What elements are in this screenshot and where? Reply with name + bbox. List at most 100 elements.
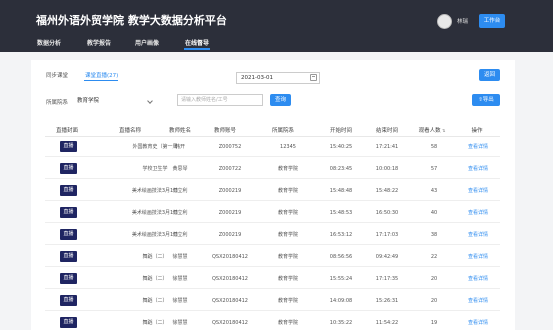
cell-teacher: 付立利 xyxy=(172,232,188,238)
view-details-link[interactable]: 查看详情 xyxy=(460,159,496,179)
cell-start: 15:40:25 xyxy=(329,144,353,150)
college-filter-label: 所属院系 xyxy=(46,100,69,106)
column-header-cover: 直播封面 xyxy=(55,128,78,134)
cell-college: 教育学院 xyxy=(277,276,298,282)
cell-end: 17:17:35 xyxy=(375,276,399,282)
live-cover-button[interactable]: 直播 xyxy=(60,273,77,284)
table-row: 直播 舞蹈（二） 徐慧慧 QSX20180412 教育学院 14:09:08 15:26:3… xyxy=(45,291,500,311)
cell-start: 15:48:48 xyxy=(329,188,353,194)
table-row: 直播 舞蹈（二） 徐慧慧 QSX20180412 教育学院 10:35:22 11:54:2… xyxy=(45,313,500,330)
view-details-link[interactable]: 查看详情 xyxy=(460,291,496,311)
nav-active-indicator xyxy=(184,48,210,50)
workbench-button[interactable]: 工作台 xyxy=(479,14,505,28)
cell-account: Z000752 xyxy=(218,144,242,150)
viewers-header-label: 观看人数 xyxy=(418,128,441,134)
table-row: 直播 舞蹈（二） 徐慧慧 QSX20180412 教育学院 08:56:56 09:42:4… xyxy=(45,247,500,267)
view-details-link[interactable]: 查看详情 xyxy=(460,247,496,267)
column-header-name: 直播名称 xyxy=(118,128,141,134)
export-button[interactable]: ⇧导出 xyxy=(472,94,500,106)
app-title: 福州外语外贸学院 教学大数据分析平台 xyxy=(36,14,227,27)
nav-data-analysis[interactable]: 数据分析 xyxy=(37,38,61,47)
cell-start: 08:56:56 xyxy=(329,254,353,260)
sort-icon[interactable]: ⇅ xyxy=(441,128,445,133)
column-header-end: 结束时间 xyxy=(375,128,398,134)
cell-college: 教育学院 xyxy=(277,254,298,260)
nav-teaching-report[interactable]: 教学报告 xyxy=(87,38,111,47)
cell-viewers: 20 xyxy=(430,298,438,304)
cell-start: 08:23:45 xyxy=(329,166,353,172)
column-header-viewers[interactable]: 观看人数 ⇅ xyxy=(412,126,452,134)
cell-end: 17:21:41 xyxy=(375,144,399,150)
cell-end: 15:48:22 xyxy=(375,188,399,194)
cell-teacher: 付立利 xyxy=(172,210,188,216)
live-cover-button[interactable]: 直播 xyxy=(60,295,77,306)
cell-viewers: 40 xyxy=(430,210,438,216)
view-details-link[interactable]: 查看详情 xyxy=(460,203,496,223)
cell-account: Z000219 xyxy=(218,232,242,238)
live-cover-button[interactable]: 直播 xyxy=(60,317,77,328)
live-cover-button[interactable]: 直播 xyxy=(60,251,77,262)
cell-teacher: 徐慧慧 xyxy=(172,320,188,326)
cell-account: QSX20180412 xyxy=(212,298,248,304)
cell-viewers: 43 xyxy=(430,188,438,194)
college-select[interactable]: 教育学院 xyxy=(74,96,156,107)
cell-viewers: 19 xyxy=(430,320,438,326)
nav-online-supervision[interactable]: 在线督导 xyxy=(185,38,209,47)
cell-college: 教育学院 xyxy=(277,166,298,172)
view-details-link[interactable]: 查看详情 xyxy=(460,269,496,289)
cell-end: 11:54:22 xyxy=(375,320,399,326)
cell-teacher: 韩开 xyxy=(174,144,185,150)
top-header: 福州外语外贸学院 教学大数据分析平台 林瑞 工作台 数据分析 教学报告 用户画像… xyxy=(0,0,553,52)
calendar-icon[interactable] xyxy=(310,74,317,81)
view-details-link[interactable]: 查看详情 xyxy=(460,313,496,330)
cell-account: Z000722 xyxy=(218,166,242,172)
table-row: 直播 美术绘画技法3月1日 付立利 Z000219 教育学院 15:48:48 15:48:… xyxy=(45,181,500,201)
cell-account: Z000219 xyxy=(218,188,242,194)
cell-viewers: 58 xyxy=(430,144,438,150)
cell-viewers: 22 xyxy=(430,254,438,260)
tab-live-class[interactable]: 课堂直播(27) xyxy=(85,71,118,79)
cell-end: 15:26:31 xyxy=(375,298,399,304)
cell-end: 17:17:03 xyxy=(375,232,399,238)
column-header-college: 所属院系 xyxy=(271,128,294,134)
query-button[interactable]: 查询 xyxy=(270,94,291,106)
cell-end: 10:00:18 xyxy=(375,166,399,172)
live-cover-button[interactable]: 直播 xyxy=(60,229,77,240)
export-label: 导出 xyxy=(482,97,494,103)
back-button[interactable]: 返回 xyxy=(479,69,500,81)
teacher-search-input[interactable]: 请输入教师姓名/工号 xyxy=(177,94,263,106)
table-row: 直播 学校卫生学 黄思琴 Z000722 教育学院 08:23:45 10:00:18 57 查… xyxy=(45,159,500,179)
table-row: 直播 舞蹈（二） 徐慧慧 QSX20180412 教育学院 15:55:24 17:17:3… xyxy=(45,269,500,289)
cell-college: 12345 xyxy=(280,144,296,150)
table-row: 直播 美术绘画技法3月1日 付立利 Z000219 教育学院 15:48:53 16:50:… xyxy=(45,203,500,223)
cell-account: QSX20180412 xyxy=(212,254,248,260)
cell-end: 16:50:30 xyxy=(375,210,399,216)
cell-college: 教育学院 xyxy=(277,232,298,238)
tab-sync-class[interactable]: 同步课堂 xyxy=(46,71,68,79)
view-details-link[interactable]: 查看详情 xyxy=(460,225,496,245)
live-cover-button[interactable]: 直播 xyxy=(60,207,77,218)
user-avatar[interactable] xyxy=(437,14,452,29)
date-picker[interactable]: 2021-03-01 xyxy=(236,72,320,84)
cell-end: 09:42:49 xyxy=(375,254,399,260)
cell-start: 15:48:53 xyxy=(329,210,353,216)
table-row: 直播 外国教育史（第一周 韩开 Z000752 12345 15:40:25 17:21:4… xyxy=(45,137,500,157)
view-details-link[interactable]: 查看详情 xyxy=(460,137,496,157)
username[interactable]: 林瑞 xyxy=(457,17,468,25)
view-details-link[interactable]: 查看详情 xyxy=(460,181,496,201)
live-cover-button[interactable]: 直播 xyxy=(60,141,77,152)
live-cover-button[interactable]: 直播 xyxy=(60,185,77,196)
cell-college: 教育学院 xyxy=(277,320,298,326)
cell-start: 14:09:08 xyxy=(329,298,353,304)
cell-college: 教育学院 xyxy=(277,210,298,216)
cell-viewers: 20 xyxy=(430,276,438,282)
live-cover-button[interactable]: 直播 xyxy=(60,163,77,174)
tab-active-indicator xyxy=(84,80,118,81)
cell-account: Z000219 xyxy=(218,210,242,216)
cell-viewers: 38 xyxy=(430,232,438,238)
cell-college: 教育学院 xyxy=(277,188,298,194)
nav-user-profile[interactable]: 用户画像 xyxy=(135,38,159,47)
cell-viewers: 57 xyxy=(430,166,438,172)
cell-college: 教育学院 xyxy=(277,298,298,304)
cell-start: 10:35:22 xyxy=(329,320,353,326)
